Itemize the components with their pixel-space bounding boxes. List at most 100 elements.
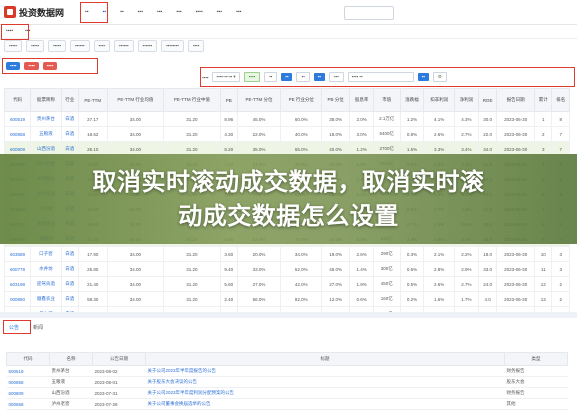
stock-name[interactable]: 五粮液 [30, 126, 62, 142]
table-cell: 2.7% [453, 126, 479, 142]
headline-line-1: 取消实时滚动成交数据，取消实时滚 [92, 168, 485, 196]
col-header[interactable]: PE-TTM [77, 88, 108, 112]
brand-logo[interactable]: 投资数据网 [0, 0, 68, 24]
announcement-title[interactable]: 关于公司董事会换届选举的公告 [145, 398, 505, 410]
table-cell: 2.6% [423, 126, 455, 142]
col-header[interactable]: 公告日期 [92, 352, 146, 366]
col-header[interactable]: 行业 [60, 88, 79, 112]
table-cell: 1.7% [453, 291, 479, 307]
stock-code[interactable]: 603589 [3, 246, 32, 262]
col-header[interactable]: PE-TTM 行业中值 [163, 88, 221, 112]
col-header[interactable]: 名称 [49, 352, 93, 366]
col-header[interactable]: ROE [477, 88, 498, 112]
col-header[interactable]: 净利润 [453, 88, 479, 112]
nav-item[interactable]: ▪▪▪ [169, 0, 188, 24]
stock-name[interactable]: 顺鑫农业 [30, 291, 62, 307]
table-cell: 2.8% [423, 261, 455, 277]
table-cell: 290亿 [373, 246, 401, 262]
col-header[interactable]: PB [219, 88, 238, 112]
table-cell: 38.0% [321, 111, 351, 127]
nav-item[interactable]: ▪▪▪▪ [189, 0, 210, 24]
table-cell: 4.0 [477, 291, 498, 307]
filter-chip[interactable]: ▪▪▪▪ [93, 40, 110, 52]
filter-chip[interactable]: ▪▪▪▪▪ [4, 40, 22, 52]
tab-news[interactable]: 新闻 [30, 322, 46, 334]
stock-name[interactable]: 贵州茅台 [30, 111, 62, 127]
col-header[interactable]: 市值 [373, 88, 401, 112]
table-row[interactable]: 600519 贵州茅台 白酒 27.17 34.00 31.20 8.96 45.0% 60.0… [3, 111, 570, 127]
table-cell: 白酒 [60, 276, 79, 292]
stock-name[interactable]: 水井坊 [30, 261, 62, 277]
table-cell: 2.7% [453, 276, 479, 292]
toolbar-highlight-box [200, 67, 575, 87]
search-input[interactable] [344, 6, 394, 20]
table-cell: 0.5% [399, 276, 425, 292]
announcement-table: 代码 名称 公告日期 标题 类型 600519 贵州茅台 2023-08-02 关于公… [6, 352, 568, 410]
table-row[interactable]: 603589 口子窖 白酒 17.90 34.00 31.20 3.60 20.0% 34.0%… [3, 246, 570, 262]
logo-icon [4, 6, 16, 18]
col-header[interactable]: 涨跌幅 [399, 88, 425, 112]
table-cell: 财务报告 [504, 387, 568, 399]
table-cell: 11 [534, 261, 553, 277]
announcement-title[interactable]: 关于股东大会决议的公告 [145, 376, 505, 388]
col-header[interactable]: 代码 [3, 88, 32, 112]
col-header[interactable]: PE-TTM 分位 [236, 88, 282, 112]
table-cell: 4.30 [219, 126, 238, 142]
col-header[interactable]: 股息率 [349, 88, 375, 112]
list-item[interactable]: 600809 山西汾酒 2023-07-31 关于公司2023年半年度利润分配预案的公… [6, 387, 568, 399]
nav-item[interactable]: ▪▪▪ [229, 0, 248, 24]
table-row[interactable]: 600779 水井坊 白酒 25.80 34.00 31.20 9.40 33.0% 52.0%… [3, 261, 570, 277]
table-cell: 2023-08-01 [92, 376, 146, 388]
nav-item[interactable]: ▪▪▪ [150, 0, 169, 24]
nav-item[interactable]: ▪▪ [113, 0, 131, 24]
stock-code[interactable]: 603198 [3, 276, 32, 292]
nav-item[interactable]: ▪▪▪ [210, 0, 229, 24]
sub-nav: ▪▪▪▪ ▪▪▪ [0, 24, 577, 39]
filter-chip[interactable]: ▪▪▪▪ [187, 40, 205, 52]
table-cell: 财务报告 [504, 365, 568, 377]
announcement-title[interactable]: 关于公司2023年半年度利润分配预案的公告 [145, 387, 505, 399]
nav-item[interactable]: ▪▪▪ [131, 0, 150, 24]
table-cell: 10 [534, 246, 553, 262]
table-cell: 33.0% [236, 261, 282, 277]
table-cell: 33.0 [477, 261, 498, 277]
table-cell: 000858 [6, 376, 50, 388]
filter-chip[interactable]: ▪▪▪▪▪▪ [113, 40, 134, 52]
table-cell: 2023-08-02 [92, 365, 146, 377]
stock-code[interactable]: 000858 [3, 126, 32, 142]
table-cell: 8.96 [219, 111, 238, 127]
table-cell: 17.90 [77, 246, 108, 262]
bottom-panel: 公告 新闻 代码 名称 公告日期 标题 类型 600519 贵州茅台 2023-08… [0, 312, 577, 410]
stock-code[interactable]: 000860 [3, 291, 32, 307]
col-header[interactable]: 扣非利润 [423, 88, 455, 112]
table-cell: 450亿 [373, 276, 401, 292]
stock-name[interactable]: 口子窖 [30, 246, 62, 262]
filter-chip[interactable]: ▪▪▪▪▪ [25, 40, 44, 52]
col-header[interactable]: 代码 [6, 352, 50, 366]
stock-code[interactable]: 600519 [3, 111, 32, 127]
filter-chip[interactable]: ▪▪▪▪▪▪ [137, 40, 158, 52]
col-header[interactable]: 标题 [145, 352, 505, 366]
col-header[interactable]: PE-TTM 行业均值 [106, 88, 165, 112]
table-row[interactable]: 000858 五粮液 白酒 18.62 34.00 31.20 4.30 22.0% 40.0%… [3, 126, 570, 142]
col-header[interactable]: 排名 [551, 88, 570, 112]
list-item[interactable]: 600519 贵州茅台 2023-08-02 关于公司2023年半年度报告的公告 财务报… [6, 365, 568, 377]
col-header[interactable]: 股票简称 [30, 88, 62, 112]
table-row[interactable]: 000860 顺鑫农业 白酒 58.30 34.00 31.20 2.40 66.0% 82.0… [3, 291, 570, 307]
col-header[interactable]: 累计 [534, 88, 553, 112]
list-item[interactable]: 000568 泸州老窖 2023-07-28 关于公司董事会换届选举的公告 其他 [6, 398, 568, 410]
stock-code[interactable]: 600779 [3, 261, 32, 277]
filter-chip[interactable]: ▪▪▪▪▪ [47, 40, 66, 52]
col-header[interactable]: 报告日期 [496, 88, 536, 112]
stock-name[interactable]: 迎驾贡酒 [30, 276, 62, 292]
filter-chip[interactable]: ▪▪▪▪▪▪ [69, 40, 90, 52]
list-item[interactable]: 000858 五粮液 2023-08-01 关于股东大会决议的公告 股东大会 [6, 376, 568, 388]
col-header[interactable]: PB 分位 [321, 88, 351, 112]
table-cell: 22.0% [236, 126, 282, 142]
announcement-title[interactable]: 关于公司2023年半年度报告的公告 [145, 365, 505, 377]
table-row[interactable]: 603198 迎驾贡酒 白酒 21.40 34.00 31.20 5.60 27.0% 42.0… [3, 276, 570, 292]
table-cell: 2.40 [219, 291, 238, 307]
col-header[interactable]: PE 行业分位 [280, 88, 323, 112]
col-header[interactable]: 类型 [504, 352, 568, 366]
filter-chip[interactable]: ▪▪▪▪▪▪▪▪ [161, 40, 184, 52]
